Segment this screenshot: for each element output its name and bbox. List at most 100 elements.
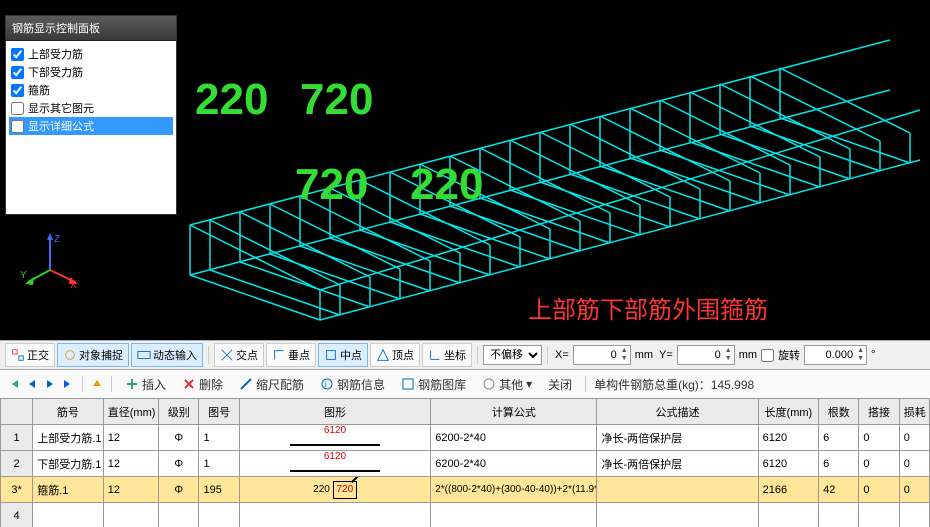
panel-item-bottom-rebar[interactable]: 下部受力筋 (9, 63, 173, 81)
cell-name[interactable]: 下部受力筋.1 (33, 451, 104, 477)
cell-length[interactable]: 2166 (758, 477, 818, 503)
cell-grade[interactable]: Φ (159, 451, 199, 477)
rebar-info-button[interactable]: i钢筋信息 (315, 374, 390, 395)
col-length[interactable]: 长度(mm) (758, 399, 818, 425)
offset-mode-select[interactable]: 不偏移 (483, 345, 542, 365)
rot-down[interactable]: ▼ (855, 355, 866, 363)
cell-desc[interactable] (597, 477, 758, 503)
ortho-button[interactable]: 正交 (5, 343, 55, 367)
cell-grade[interactable]: Φ (159, 425, 199, 451)
row-number-cell[interactable]: 3* (1, 477, 33, 503)
main-viewport[interactable]: 220 720 720 220 上部筋下部筋外围箍筋 Z X Y 钢筋显示控制面… (0, 0, 930, 335)
col-count[interactable]: 根数 (819, 399, 859, 425)
panel-checkbox[interactable] (11, 102, 24, 115)
cell-grade[interactable] (159, 503, 199, 527)
close-button[interactable]: 关闭 (543, 374, 577, 395)
y-input[interactable] (678, 346, 723, 364)
cell-diagram[interactable] (239, 503, 430, 527)
coord-button[interactable]: 坐标 (422, 343, 472, 367)
rotate-checkbox[interactable] (761, 349, 774, 362)
cell-count[interactable]: 6 (819, 451, 859, 477)
cell-formula[interactable]: 2*((800-2*40)+(300-40-40))+2*(11.9*d) (431, 477, 597, 503)
col-formula[interactable]: 计算公式 (431, 399, 597, 425)
col-dia[interactable]: 直径(mm) (103, 399, 158, 425)
cell-count[interactable] (819, 503, 859, 527)
row-number-cell[interactable]: 2 (1, 451, 33, 477)
y-up[interactable]: ▲ (723, 347, 734, 355)
cell-length[interactable]: 6120 (758, 451, 818, 477)
cell-length[interactable]: 6120 (758, 425, 818, 451)
cell-desc[interactable] (597, 503, 758, 527)
last-icon[interactable] (62, 378, 74, 390)
cell-formula[interactable]: 6200-2*40 (431, 451, 597, 477)
axis-gizmo[interactable]: Z X Y (20, 230, 80, 290)
cell-dia[interactable]: 12 (103, 477, 158, 503)
cell-name[interactable]: 上部受力筋.1 (33, 425, 104, 451)
insert-button[interactable]: 插入 (120, 374, 171, 395)
cell-formula[interactable]: 6200-2*40 (431, 425, 597, 451)
other-button[interactable]: 其他 ▾ (477, 374, 537, 395)
col-grade[interactable]: 级别 (159, 399, 199, 425)
table-row[interactable]: 2 下部受力筋.1 12 Φ 1 6120 6200-2*40 净长-两倍保护层… (1, 451, 930, 477)
cell-diagram[interactable]: 6120 (239, 451, 430, 477)
row-number-cell[interactable]: 4 (1, 503, 33, 527)
panel-item-other-elements[interactable]: 显示其它图元 (9, 99, 173, 117)
x-down[interactable]: ▼ (619, 355, 630, 363)
cell-sunhao[interactable]: 0 (899, 477, 929, 503)
x-input[interactable] (574, 346, 619, 364)
panel-checkbox[interactable] (11, 84, 24, 97)
intersect-button[interactable]: 交点 (214, 343, 264, 367)
rot-up[interactable]: ▲ (855, 347, 866, 355)
col-rownum[interactable] (1, 399, 33, 425)
cell-dajie[interactable]: 0 (859, 425, 899, 451)
cell-tuhao[interactable]: 1 (199, 425, 239, 451)
col-tuhao[interactable]: 图号 (199, 399, 239, 425)
cell-tuhao[interactable]: 1 (199, 451, 239, 477)
cell-tuhao[interactable]: 195 (199, 477, 239, 503)
vertex-button[interactable]: 顶点 (370, 343, 420, 367)
cell-dajie[interactable]: 0 (859, 477, 899, 503)
cell-count[interactable]: 42 (819, 477, 859, 503)
cell-dajie[interactable] (859, 503, 899, 527)
cell-sunhao[interactable]: 0 (899, 451, 929, 477)
cell-diagram[interactable]: 220720 (239, 477, 430, 503)
panel-checkbox[interactable] (11, 66, 24, 79)
cell-dia[interactable]: 12 (103, 451, 158, 477)
cell-name[interactable]: 箍筋.1 (33, 477, 104, 503)
cell-count[interactable]: 6 (819, 425, 859, 451)
cell-diagram[interactable]: 6120 (239, 425, 430, 451)
cell-length[interactable] (758, 503, 818, 527)
rebar-table[interactable]: 筋号 直径(mm) 级别 图号 图形 计算公式 公式描述 长度(mm) 根数 搭… (0, 398, 930, 527)
cell-dajie[interactable]: 0 (859, 451, 899, 477)
dynamic-input-button[interactable]: 动态输入 (131, 343, 203, 367)
x-up[interactable]: ▲ (619, 347, 630, 355)
midpoint-button[interactable]: 中点 (318, 343, 368, 367)
cell-sunhao[interactable] (899, 503, 929, 527)
next-icon[interactable] (44, 378, 56, 390)
panel-item-stirrup[interactable]: 箍筋 (9, 81, 173, 99)
cell-desc[interactable]: 净长-两倍保护层 (597, 451, 758, 477)
cell-dia[interactable]: 12 (103, 425, 158, 451)
y-down[interactable]: ▼ (723, 355, 734, 363)
col-sunhao[interactable]: 损耗 (899, 399, 929, 425)
col-diagram[interactable]: 图形 (239, 399, 430, 425)
prev-icon[interactable] (26, 378, 38, 390)
first-icon[interactable] (8, 378, 20, 390)
col-desc[interactable]: 公式描述 (597, 399, 758, 425)
up-icon[interactable] (91, 378, 103, 390)
col-name[interactable]: 筋号 (33, 399, 104, 425)
scale-button[interactable]: 缩尺配筋 (234, 374, 309, 395)
table-row[interactable]: 4 (1, 503, 930, 527)
panel-item-detail-formula[interactable]: 显示详细公式 (9, 117, 173, 135)
perp-button[interactable]: 垂点 (266, 343, 316, 367)
panel-checkbox[interactable] (11, 48, 24, 61)
cell-name[interactable] (33, 503, 104, 527)
rotate-input[interactable] (805, 346, 855, 364)
rebar-library-button[interactable]: 钢筋图库 (396, 374, 471, 395)
cell-dia[interactable] (103, 503, 158, 527)
panel-checkbox[interactable] (11, 120, 24, 133)
table-row[interactable]: 3* 箍筋.1 12 Φ 195 220720 2*((800-2*40)+(3… (1, 477, 930, 503)
cell-desc[interactable]: 净长-两倍保护层 (597, 425, 758, 451)
cell-formula[interactable] (431, 503, 597, 527)
delete-button[interactable]: 删除 (177, 374, 228, 395)
